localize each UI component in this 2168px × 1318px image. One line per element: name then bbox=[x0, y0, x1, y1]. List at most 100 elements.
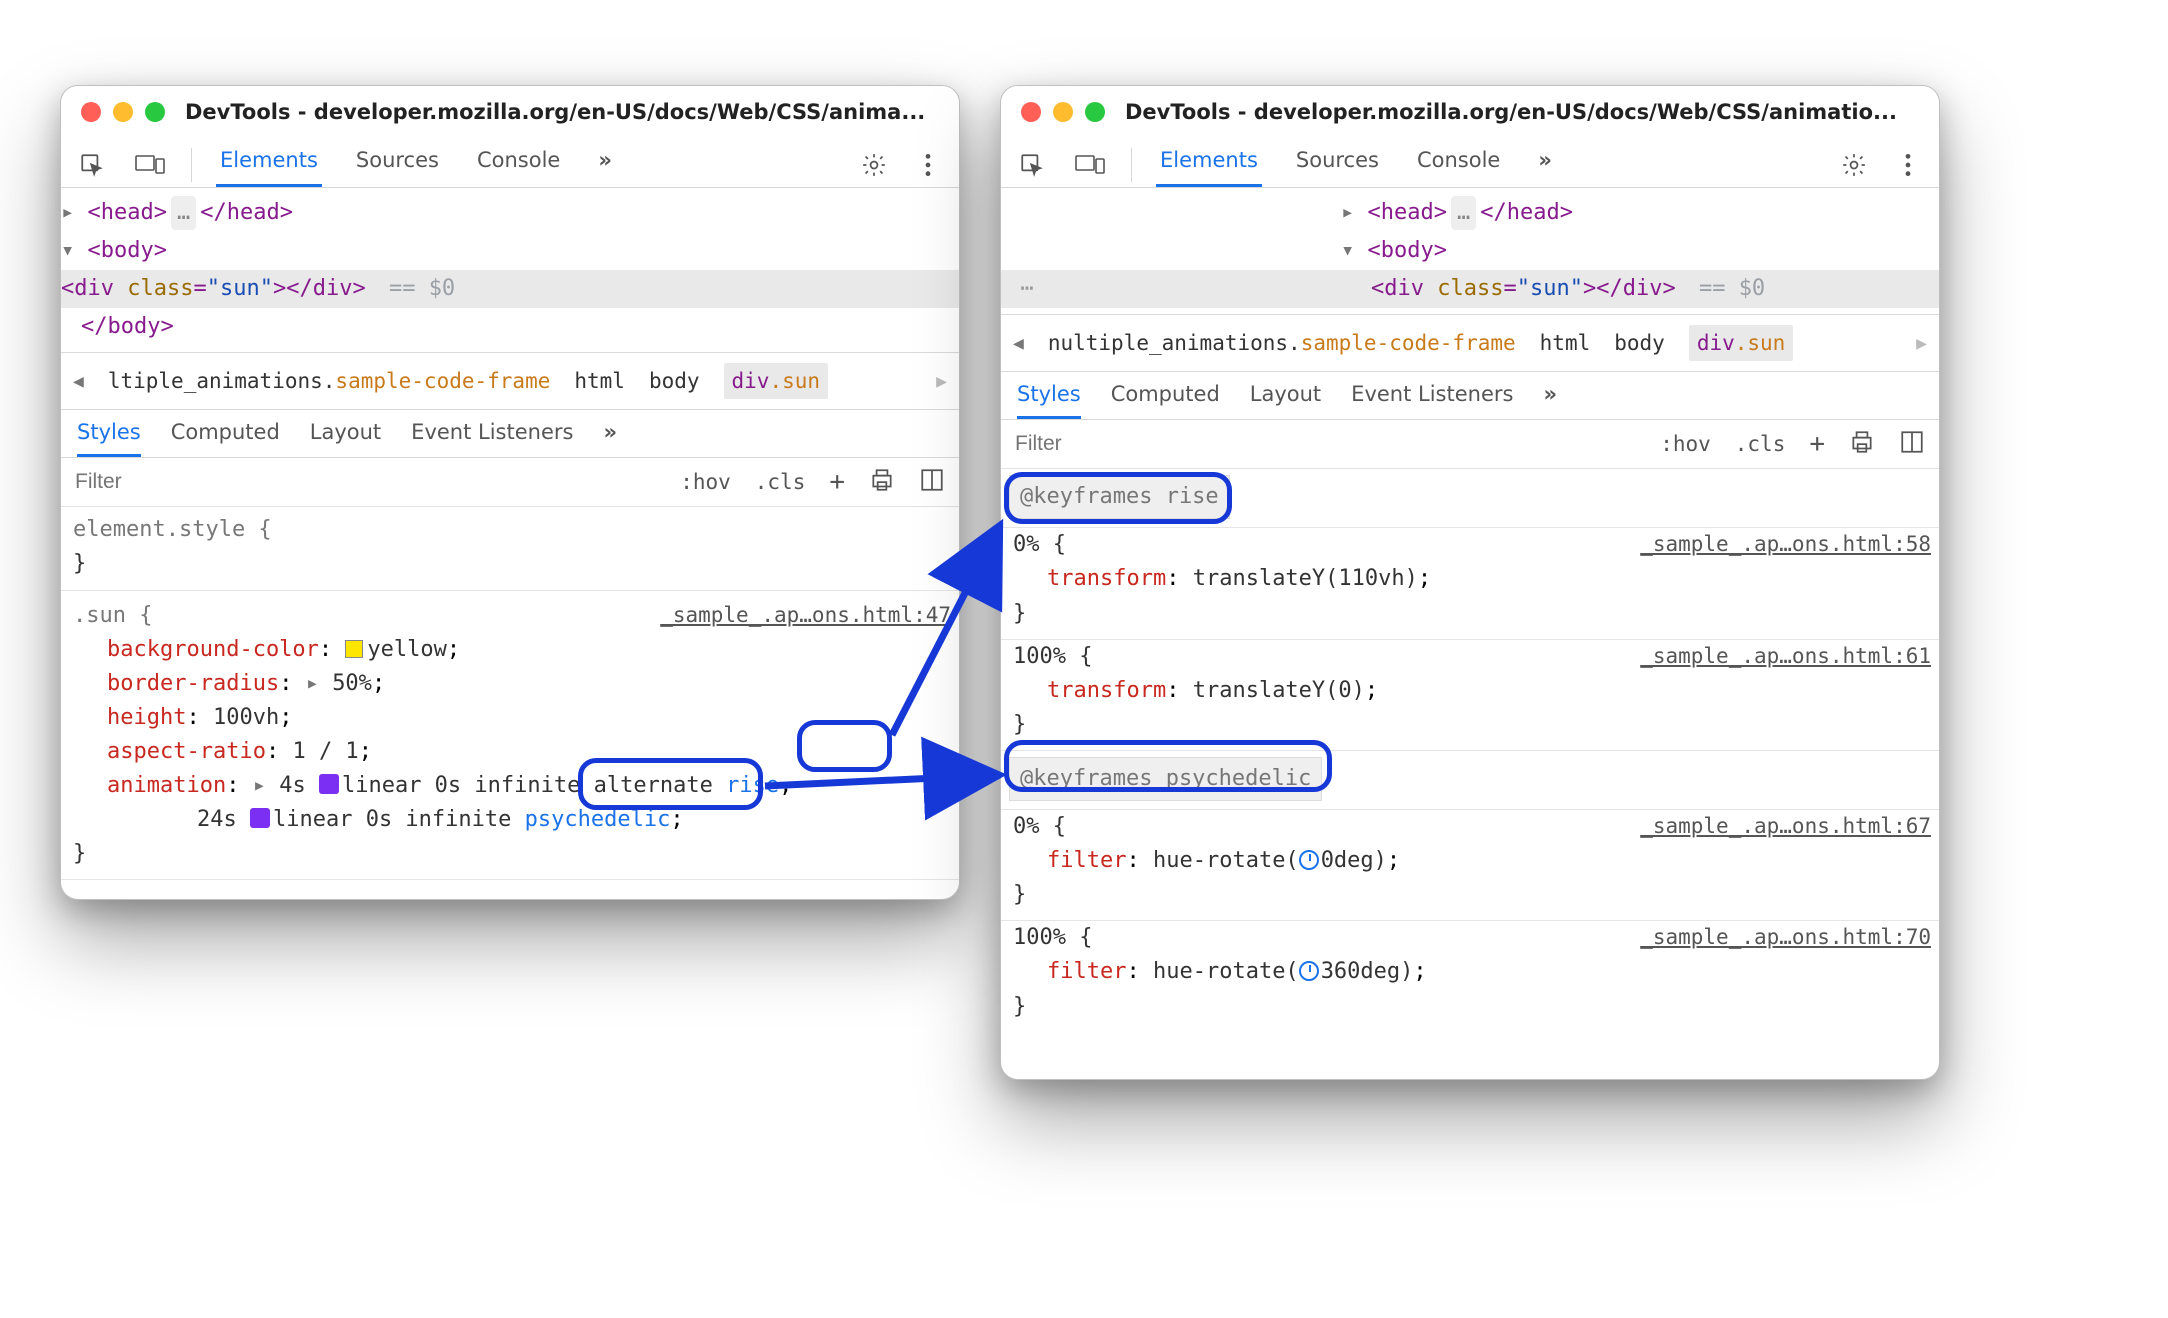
gear-icon[interactable] bbox=[1837, 148, 1871, 182]
dom-body-open[interactable]: <body> bbox=[88, 238, 167, 263]
element-style-selector[interactable]: element.style { bbox=[73, 513, 951, 547]
crumb-html[interactable]: html bbox=[574, 369, 625, 393]
close-icon[interactable] bbox=[1021, 102, 1041, 122]
zoom-icon[interactable] bbox=[1085, 102, 1105, 122]
dom-body-open[interactable]: <body> bbox=[1368, 238, 1447, 263]
prop-background-color[interactable]: background-color bbox=[107, 637, 319, 662]
more-icon[interactable] bbox=[911, 148, 945, 182]
minimize-icon[interactable] bbox=[113, 102, 133, 122]
keyframe-0[interactable]: 0% { bbox=[1013, 810, 1066, 844]
dom-selected-node[interactable]: ⋯ <div class="sun"></div> == $0 bbox=[1001, 270, 1939, 308]
tab-sources[interactable]: Sources bbox=[352, 142, 443, 187]
crumb-iframe[interactable]: nultiple_animations.sample-code-frame bbox=[1048, 331, 1516, 355]
inspect-icon[interactable] bbox=[75, 148, 109, 182]
easing-icon[interactable] bbox=[319, 774, 339, 794]
breadcrumb[interactable]: ◀ ltiple_animations.sample-code-frame ht… bbox=[61, 352, 959, 410]
new-style-rule-icon[interactable]: + bbox=[827, 463, 847, 501]
computed-toggle-icon[interactable] bbox=[917, 463, 947, 502]
rule-selector-sun[interactable]: .sun { bbox=[73, 599, 152, 633]
subtab-layout[interactable]: Layout bbox=[1250, 382, 1321, 419]
crumb-selected[interactable]: div.sun bbox=[1689, 325, 1794, 361]
tab-elements[interactable]: Elements bbox=[1156, 142, 1262, 187]
tabs-overflow-icon[interactable]: » bbox=[594, 142, 616, 187]
angle-icon[interactable] bbox=[1299, 850, 1319, 870]
color-swatch-icon[interactable] bbox=[345, 640, 363, 658]
keyframe-0[interactable]: 0% { bbox=[1013, 528, 1066, 562]
chevron-left-icon[interactable]: ◀ bbox=[73, 371, 84, 392]
tab-console[interactable]: Console bbox=[1413, 142, 1504, 187]
angle-icon[interactable] bbox=[1299, 961, 1319, 981]
tab-sources[interactable]: Sources bbox=[1292, 142, 1383, 187]
dom-head-open[interactable]: <head> bbox=[1368, 200, 1447, 225]
styles-filter-input[interactable] bbox=[1001, 420, 1658, 468]
prop-height[interactable]: height bbox=[107, 705, 186, 730]
source-link[interactable]: _sample_.ap…ons.html:67 bbox=[1640, 810, 1931, 843]
print-emulation-icon[interactable] bbox=[1847, 425, 1877, 464]
tab-elements[interactable]: Elements bbox=[216, 142, 322, 187]
subtab-layout[interactable]: Layout bbox=[310, 420, 381, 457]
keyframes-link-psychedelic[interactable]: psychedelic bbox=[525, 807, 671, 832]
source-link[interactable]: _sample_.ap…ons.html:47 bbox=[660, 599, 951, 632]
crumb-html[interactable]: html bbox=[1540, 331, 1591, 355]
subtabs-overflow-icon[interactable]: » bbox=[1543, 382, 1557, 419]
subtab-computed[interactable]: Computed bbox=[1111, 382, 1220, 419]
crumb-body[interactable]: body bbox=[649, 369, 700, 393]
crumb-selected[interactable]: div.sun bbox=[724, 363, 829, 399]
prop-filter[interactable]: filter bbox=[1047, 959, 1126, 984]
devtools-toolbar: Elements Sources Console » bbox=[61, 134, 959, 188]
crumb-body[interactable]: body bbox=[1614, 331, 1665, 355]
subtab-event-listeners[interactable]: Event Listeners bbox=[411, 420, 573, 457]
close-icon[interactable] bbox=[81, 102, 101, 122]
ellipsis-icon[interactable]: … bbox=[171, 196, 196, 230]
chevron-right-icon[interactable]: ▶ bbox=[936, 371, 947, 392]
prop-aspect-ratio[interactable]: aspect-ratio bbox=[107, 739, 266, 764]
breadcrumb[interactable]: ◀ nultiple_animations.sample-code-frame … bbox=[1001, 314, 1939, 372]
source-link[interactable]: _sample_.ap…ons.html:61 bbox=[1640, 640, 1931, 673]
source-link[interactable]: _sample_.ap…ons.html:70 bbox=[1640, 921, 1931, 954]
keyframe-100[interactable]: 100% { bbox=[1013, 640, 1092, 674]
tabs-overflow-icon[interactable]: » bbox=[1534, 142, 1556, 187]
crumb-iframe[interactable]: ltiple_animations.sample-code-frame bbox=[108, 369, 551, 393]
dom-tree[interactable]: ▸ <head>…</head> ▾ <body> ⋯ <div class="… bbox=[1001, 188, 1939, 314]
more-icon[interactable] bbox=[1891, 148, 1925, 182]
tab-console[interactable]: Console bbox=[473, 142, 564, 187]
keyframe-100[interactable]: 100% { bbox=[1013, 921, 1092, 955]
print-emulation-icon[interactable] bbox=[867, 463, 897, 502]
subtab-computed[interactable]: Computed bbox=[171, 420, 280, 457]
device-toggle-icon[interactable] bbox=[1073, 148, 1107, 182]
subtab-styles[interactable]: Styles bbox=[77, 420, 141, 457]
device-toggle-icon[interactable] bbox=[133, 148, 167, 182]
chevron-right-icon[interactable]: ▶ bbox=[1916, 333, 1927, 354]
gear-icon[interactable] bbox=[857, 148, 891, 182]
subtab-event-listeners[interactable]: Event Listeners bbox=[1351, 382, 1513, 419]
prop-border-radius[interactable]: border-radius bbox=[107, 671, 279, 696]
dom-selected-node[interactable]: <div class="sun"></div> == $0 bbox=[61, 270, 959, 308]
hov-toggle[interactable]: :hov bbox=[1658, 428, 1713, 460]
prop-animation[interactable]: animation bbox=[107, 773, 226, 798]
hov-toggle[interactable]: :hov bbox=[678, 466, 733, 498]
cls-toggle[interactable]: .cls bbox=[753, 466, 808, 498]
subtab-styles[interactable]: Styles bbox=[1017, 382, 1081, 419]
dom-tree[interactable]: ▸ <head>…</head> ▾ <body> <div class="su… bbox=[61, 188, 959, 352]
dom-head-open[interactable]: <head> bbox=[88, 200, 167, 225]
minimize-icon[interactable] bbox=[1053, 102, 1073, 122]
new-style-rule-icon[interactable]: + bbox=[1807, 425, 1827, 463]
prop-transform[interactable]: transform bbox=[1047, 566, 1166, 591]
styles-filter-input[interactable] bbox=[61, 458, 678, 506]
easing-icon[interactable] bbox=[250, 808, 270, 828]
inspect-icon[interactable] bbox=[1015, 148, 1049, 182]
keyframes-header-rise[interactable]: @keyframes rise bbox=[1009, 475, 1230, 519]
computed-toggle-icon[interactable] bbox=[1897, 425, 1927, 464]
source-link[interactable]: _sample_.ap…ons.html:58 bbox=[1640, 528, 1931, 561]
ellipsis-icon[interactable]: … bbox=[1451, 196, 1476, 230]
chevron-left-icon[interactable]: ◀ bbox=[1013, 333, 1024, 354]
subtabs-overflow-icon[interactable]: » bbox=[603, 420, 617, 457]
zoom-icon[interactable] bbox=[145, 102, 165, 122]
keyframes-link-rise[interactable]: rise bbox=[726, 773, 779, 798]
prop-filter[interactable]: filter bbox=[1047, 848, 1126, 873]
styles-pane[interactable]: element.style { } .sun { _sample_.ap…ons… bbox=[61, 507, 959, 896]
prop-transform[interactable]: transform bbox=[1047, 678, 1166, 703]
styles-pane[interactable]: @keyframes rise 0% { _sample_.ap…ons.html… bbox=[1001, 469, 1939, 1039]
cls-toggle[interactable]: .cls bbox=[1733, 428, 1788, 460]
keyframes-header-psychedelic[interactable]: @keyframes psychedelic bbox=[1009, 757, 1322, 801]
